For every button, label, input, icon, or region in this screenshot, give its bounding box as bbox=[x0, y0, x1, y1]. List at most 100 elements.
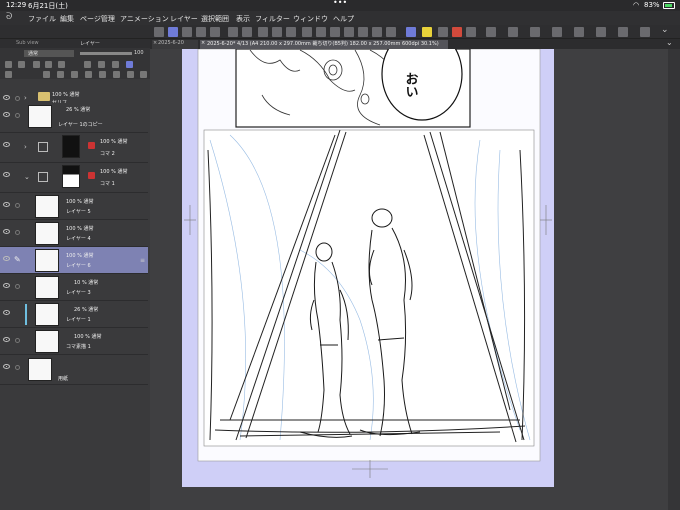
new-vector-layer-icon[interactable] bbox=[57, 71, 64, 78]
transform-icon[interactable] bbox=[330, 27, 340, 37]
settings-icon[interactable] bbox=[640, 27, 650, 37]
pencil-tool-icon[interactable] bbox=[182, 27, 192, 37]
menu-help[interactable]: ヘルプ bbox=[333, 14, 354, 24]
merge-down-icon[interactable] bbox=[99, 71, 106, 78]
opacity-slider[interactable] bbox=[80, 52, 132, 55]
layout-icon[interactable] bbox=[574, 27, 584, 37]
gem-tool-icon[interactable] bbox=[438, 27, 448, 37]
eyedropper-icon[interactable] bbox=[466, 27, 476, 37]
tab-document-2-active[interactable]: × 2025-6-20* 4/13 (A4 210.00 x 297.00mm … bbox=[200, 40, 448, 49]
draft-icon[interactable] bbox=[58, 61, 65, 68]
window-icon[interactable] bbox=[596, 27, 606, 37]
share-icon[interactable] bbox=[618, 27, 628, 37]
fill-icon[interactable] bbox=[316, 27, 326, 37]
lock-toggle[interactable] bbox=[15, 284, 20, 289]
chevron-down-icon[interactable]: ⌄ bbox=[666, 38, 673, 47]
eye-icon[interactable] bbox=[3, 95, 10, 100]
canvas-page[interactable]: おい bbox=[150, 49, 668, 510]
layer-row[interactable]: › 100 % 通常 コマ 2 bbox=[0, 133, 148, 163]
fill-bucket-icon[interactable] bbox=[452, 27, 462, 37]
layer-color-icon[interactable] bbox=[84, 61, 91, 68]
duplicate-icon[interactable] bbox=[127, 71, 134, 78]
zoom-icon[interactable] bbox=[358, 27, 368, 37]
move-tool-icon[interactable] bbox=[406, 27, 416, 37]
lock-toggle[interactable] bbox=[15, 113, 20, 118]
layer-menu-icon[interactable]: ≡ bbox=[140, 257, 145, 264]
menu-filter[interactable]: フィルター bbox=[255, 14, 290, 24]
deselect-icon[interactable] bbox=[272, 27, 282, 37]
mask-layer-icon[interactable] bbox=[113, 71, 120, 78]
lock-icon[interactable] bbox=[33, 61, 40, 68]
crop-icon[interactable] bbox=[302, 27, 312, 37]
layer-row[interactable]: 100 % 通常 コマ素描 1 bbox=[0, 328, 148, 355]
image-icon[interactable] bbox=[486, 27, 496, 37]
ruler-icon[interactable] bbox=[112, 61, 119, 68]
layer-row[interactable]: 26 % 通常 レイヤー 1のコピー bbox=[0, 103, 148, 133]
panels-icon[interactable] bbox=[552, 27, 562, 37]
close-icon[interactable]: × bbox=[153, 40, 157, 46]
pen-tool-icon[interactable] bbox=[168, 27, 178, 37]
lasso-icon[interactable] bbox=[344, 27, 354, 37]
subview-tab[interactable]: Sub view bbox=[16, 40, 39, 46]
eye-icon[interactable] bbox=[3, 364, 10, 369]
layer-row[interactable]: 26 % 通常 レイヤー 1 bbox=[0, 301, 148, 328]
chevron-down-icon[interactable]: ⌄ bbox=[24, 173, 30, 181]
panel-menu-icon[interactable] bbox=[5, 71, 12, 78]
tab-document-1[interactable]: × 2025-6-20 bbox=[152, 40, 198, 49]
invert-selection-icon[interactable] bbox=[286, 27, 296, 37]
eye-icon[interactable] bbox=[3, 202, 10, 207]
mask-disabled-icon[interactable] bbox=[88, 142, 95, 149]
select-all-icon[interactable] bbox=[258, 27, 268, 37]
eye-icon[interactable] bbox=[3, 337, 10, 342]
lock-toggle[interactable] bbox=[15, 96, 20, 101]
new-raster-layer-icon[interactable] bbox=[43, 71, 50, 78]
eye-icon[interactable] bbox=[3, 283, 10, 288]
layer-color-swatch[interactable] bbox=[126, 61, 133, 68]
brush-tool-icon[interactable] bbox=[196, 27, 206, 37]
menu-window[interactable]: ウィンドウ bbox=[293, 14, 328, 24]
menu-file[interactable]: ファイル bbox=[28, 14, 56, 24]
mask-disabled-icon[interactable] bbox=[88, 172, 95, 179]
multitask-dots[interactable]: ••• bbox=[333, 0, 347, 7]
clip-icon[interactable] bbox=[5, 61, 12, 68]
menu-selection[interactable]: 選択範囲 bbox=[201, 14, 229, 24]
eye-icon[interactable] bbox=[3, 142, 10, 147]
menu-edit[interactable]: 編集 bbox=[60, 14, 74, 24]
chevron-right-icon[interactable]: › bbox=[24, 94, 27, 102]
reference-icon[interactable] bbox=[18, 61, 25, 68]
eye-icon[interactable] bbox=[3, 229, 10, 234]
eraser-tool-icon[interactable] bbox=[210, 27, 220, 37]
flip-icon[interactable] bbox=[386, 27, 396, 37]
sparkle-tool-icon[interactable] bbox=[422, 27, 432, 37]
app-logo-icon[interactable]: ᘐ bbox=[6, 12, 16, 23]
layer-row-selected[interactable]: ✎ 100 % 通常 レイヤー 6 ≡ bbox=[0, 247, 148, 274]
lock-toggle[interactable] bbox=[15, 338, 20, 343]
redo-icon[interactable] bbox=[242, 27, 252, 37]
eye-icon[interactable] bbox=[3, 112, 10, 117]
mask-icon[interactable] bbox=[98, 61, 105, 68]
eye-icon[interactable] bbox=[3, 172, 10, 177]
lock-toggle[interactable] bbox=[15, 365, 20, 370]
chevron-down-icon[interactable]: ⌄ bbox=[661, 25, 669, 35]
menu-layer[interactable]: レイヤー bbox=[170, 14, 198, 24]
eye-icon[interactable] bbox=[3, 310, 10, 315]
blend-mode-select[interactable]: 通常 bbox=[24, 50, 74, 57]
rotate-icon[interactable] bbox=[372, 27, 382, 37]
link-icon[interactable] bbox=[85, 71, 92, 78]
menu-page[interactable]: ページ管理 bbox=[80, 14, 115, 24]
lock-toggle[interactable] bbox=[15, 230, 20, 235]
menu-animation[interactable]: アニメーション bbox=[120, 14, 169, 24]
eye-icon[interactable] bbox=[3, 256, 10, 261]
layer-row[interactable]: ⌄ 100 % 通常 コマ 1 bbox=[0, 163, 148, 193]
grid-icon[interactable] bbox=[508, 27, 518, 37]
layer-row[interactable]: 用紙 bbox=[0, 355, 148, 385]
stack-icon[interactable] bbox=[530, 27, 540, 37]
canvas-scrollbar[interactable] bbox=[668, 49, 680, 510]
chevron-right-icon[interactable]: › bbox=[24, 143, 27, 151]
menu-view[interactable]: 表示 bbox=[236, 14, 250, 24]
menu-toggle-icon[interactable] bbox=[154, 27, 164, 37]
layer-row[interactable]: 100 % 通常 レイヤー 5 bbox=[0, 193, 148, 220]
layer-row[interactable]: 10 % 通常 レイヤー 3 bbox=[0, 274, 148, 301]
lock-alpha-icon[interactable] bbox=[45, 61, 52, 68]
new-folder-icon[interactable] bbox=[71, 71, 78, 78]
